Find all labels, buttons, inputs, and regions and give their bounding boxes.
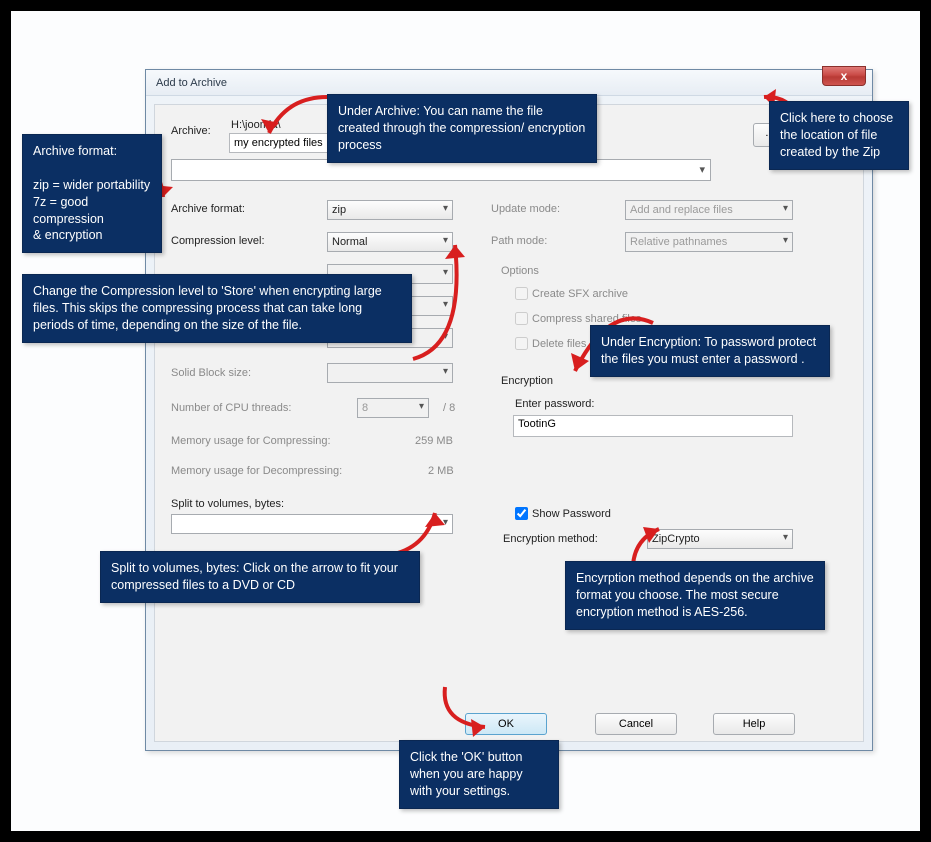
path-mode-select[interactable]: Relative pathnames <box>625 232 793 252</box>
archive-format-select[interactable]: zip <box>327 200 453 220</box>
callout-split: Split to volumes, bytes: Click on the ar… <box>100 551 420 603</box>
ok-button[interactable]: OK <box>465 713 547 735</box>
cancel-button[interactable]: Cancel <box>595 713 677 735</box>
compress-shared-checkbox[interactable]: Compress shared files <box>515 312 641 325</box>
update-mode-label: Update mode: <box>491 203 560 215</box>
page-frame: Add to Archive x Archive: H:\joomla\ ...… <box>11 11 920 831</box>
mem-compress-value: 259 MB <box>415 435 453 447</box>
callout-archive-format: Archive format: zip = wider portability … <box>22 134 162 253</box>
solid-block-label: Solid Block size: <box>171 367 251 379</box>
solid-block-select[interactable] <box>327 363 453 383</box>
encryption-method-select[interactable]: ZipCrypto <box>647 529 793 549</box>
mem-decompress-label: Memory usage for Decompressing: <box>171 465 342 477</box>
help-button[interactable]: Help <box>713 713 795 735</box>
show-password-checkbox[interactable]: Show Password <box>515 507 611 520</box>
cpu-max: / 8 <box>443 402 455 414</box>
archive-path: H:\joomla\ <box>231 119 281 131</box>
encryption-group-label: Encryption <box>501 375 553 387</box>
dialog-title: Add to Archive <box>156 77 227 89</box>
split-volumes-select[interactable] <box>171 514 453 534</box>
create-sfx-checkbox[interactable]: Create SFX archive <box>515 287 628 300</box>
cpu-threads-label: Number of CPU threads: <box>171 402 291 414</box>
options-group-label: Options <box>501 265 539 277</box>
close-icon: x <box>841 69 848 83</box>
dialog-titlebar: Add to Archive <box>146 70 872 96</box>
callout-compression: Change the Compression level to 'Store' … <box>22 274 412 343</box>
add-to-archive-dialog: Add to Archive x Archive: H:\joomla\ ...… <box>145 69 873 751</box>
password-input[interactable]: TootinG <box>513 415 793 437</box>
enter-password-label: Enter password: <box>515 398 594 410</box>
mem-compress-label: Memory usage for Compressing: <box>171 435 331 447</box>
path-mode-label: Path mode: <box>491 235 547 247</box>
mem-decompress-value: 2 MB <box>428 465 454 477</box>
update-mode-select[interactable]: Add and replace files <box>625 200 793 220</box>
callout-archive-name: Under Archive: You can name the file cre… <box>327 94 597 163</box>
archive-format-label: Archive format: <box>171 203 245 215</box>
callout-encryption: Under Encryption: To password protect th… <box>590 325 830 377</box>
compression-level-select[interactable]: Normal <box>327 232 453 252</box>
encryption-method-label: Encryption method: <box>503 533 598 545</box>
callout-browse: Click here to choose the location of fil… <box>769 101 909 170</box>
archive-label: Archive: <box>171 125 211 137</box>
callout-ok: Click the 'OK' button when you are happy… <box>399 740 559 809</box>
compression-level-label: Compression level: <box>171 235 265 247</box>
callout-enc-method: Encyrption method depends on the archive… <box>565 561 825 630</box>
cpu-threads-select[interactable]: 8 <box>357 398 429 418</box>
close-button[interactable]: x <box>822 66 866 86</box>
dialog-body: Archive: H:\joomla\ ... Archive format: … <box>154 104 864 742</box>
split-volumes-label: Split to volumes, bytes: <box>171 498 284 510</box>
archive-name-input[interactable] <box>229 133 329 153</box>
